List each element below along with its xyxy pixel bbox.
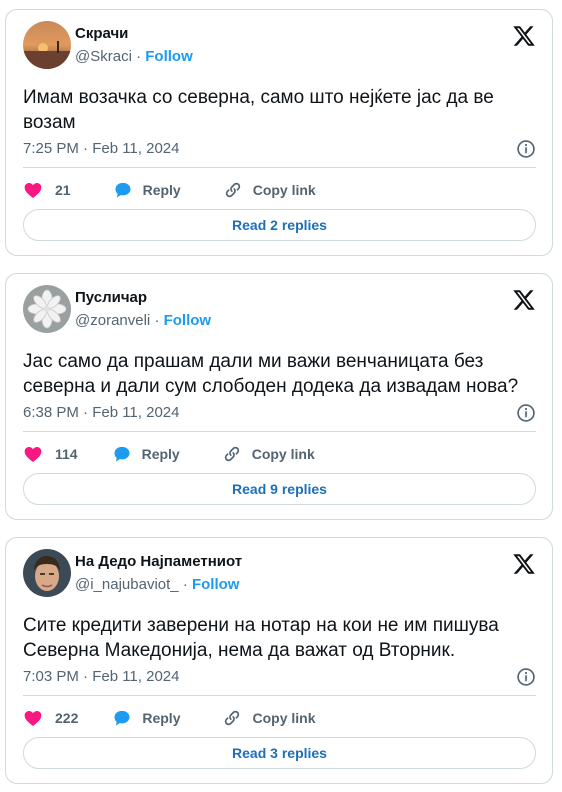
reply-label: Reply (142, 182, 181, 198)
like-count: 114 (55, 446, 78, 462)
like-count: 21 (55, 182, 71, 198)
like-count: 222 (55, 710, 79, 726)
divider (23, 695, 536, 696)
link-icon (224, 446, 239, 462)
timestamp[interactable]: 6:38 PM · Feb 11, 2024 (23, 404, 179, 421)
timestamp[interactable]: 7:03 PM · Feb 11, 2024 (23, 668, 179, 685)
reply-label: Reply (141, 446, 180, 462)
avatar[interactable] (23, 549, 71, 597)
author-handle[interactable]: @zoranveli (75, 312, 150, 329)
link-icon (225, 710, 240, 726)
follow-button[interactable]: Follow (145, 48, 193, 65)
avatar[interactable] (23, 21, 71, 69)
author-name[interactable]: Скрачи (75, 25, 128, 42)
like-button[interactable]: 114 (23, 444, 78, 464)
copy-link-button[interactable]: Copy link (222, 708, 316, 728)
reply-bubble-icon (114, 446, 130, 462)
reply-button[interactable]: Reply (113, 180, 181, 200)
read-replies-button[interactable]: Read 2 replies (23, 209, 536, 241)
x-logo-icon[interactable] (512, 288, 536, 312)
copy-link-label: Copy link (251, 446, 315, 462)
author-handle[interactable]: @Skraci (75, 48, 132, 65)
handle-row: @zoranveli · Follow (75, 312, 211, 329)
action-bar: 21 Reply Copy link (23, 179, 336, 201)
action-bar: 114 Reply Copy link (23, 443, 335, 465)
like-button[interactable]: 222 (23, 708, 78, 728)
heart-icon (24, 711, 42, 726)
reply-button[interactable]: Reply (112, 444, 180, 464)
tweet-text: Јас само да прашам дали ми важи венчаниц… (23, 351, 519, 397)
heart-icon (24, 183, 42, 198)
handle-row: @i_najubaviot_ · Follow (75, 576, 239, 593)
avatar[interactable] (23, 285, 71, 333)
separator: · (154, 312, 164, 329)
timestamp[interactable]: 7:25 PM · Feb 11, 2024 (23, 140, 179, 157)
like-button[interactable]: 21 (23, 180, 71, 200)
read-replies-button[interactable]: Read 3 replies (23, 737, 536, 769)
tweet-card-1: Скрачи @Skraci · Follow Имам возачка со … (5, 9, 553, 256)
follow-button[interactable]: Follow (164, 312, 212, 329)
tweet-text: Сите кредити заверени на нотар на кои не… (23, 615, 499, 661)
x-logo-icon[interactable] (512, 552, 536, 576)
reply-label: Reply (142, 710, 181, 726)
read-replies-button[interactable]: Read 9 replies (23, 473, 536, 505)
divider (23, 431, 536, 432)
link-icon (225, 182, 240, 198)
action-bar: 222 Reply Copy link (23, 707, 336, 729)
copy-link-button[interactable]: Copy link (223, 180, 316, 200)
handle-row: @Skraci · Follow (75, 48, 193, 65)
author-name[interactable]: Пусличар (75, 289, 147, 306)
tweet-card-2: Пусличар @zoranveli · Follow Јас само да… (5, 273, 553, 520)
info-icon[interactable] (516, 667, 536, 687)
author-name[interactable]: На Дедо Најпаметниот (75, 553, 242, 570)
info-icon[interactable] (516, 403, 536, 423)
copy-link-button[interactable]: Copy link (222, 444, 315, 464)
copy-link-label: Copy link (252, 710, 316, 726)
x-logo-icon[interactable] (512, 24, 536, 48)
heart-icon (24, 447, 42, 462)
reply-bubble-icon (114, 710, 130, 726)
tweet-text: Имам возачка со северна, само што нејќет… (23, 87, 494, 133)
tweet-card-3: На Дедо Најпаметниот @i_najubaviot_ · Fo… (5, 537, 553, 784)
reply-bubble-icon (115, 182, 131, 198)
reply-button[interactable]: Reply (112, 708, 180, 728)
separator: · (182, 576, 192, 593)
copy-link-label: Copy link (252, 182, 316, 198)
separator: · (136, 48, 146, 65)
author-handle[interactable]: @i_najubaviot_ (75, 576, 179, 593)
follow-button[interactable]: Follow (192, 576, 240, 593)
info-icon[interactable] (516, 139, 536, 159)
divider (23, 167, 536, 168)
